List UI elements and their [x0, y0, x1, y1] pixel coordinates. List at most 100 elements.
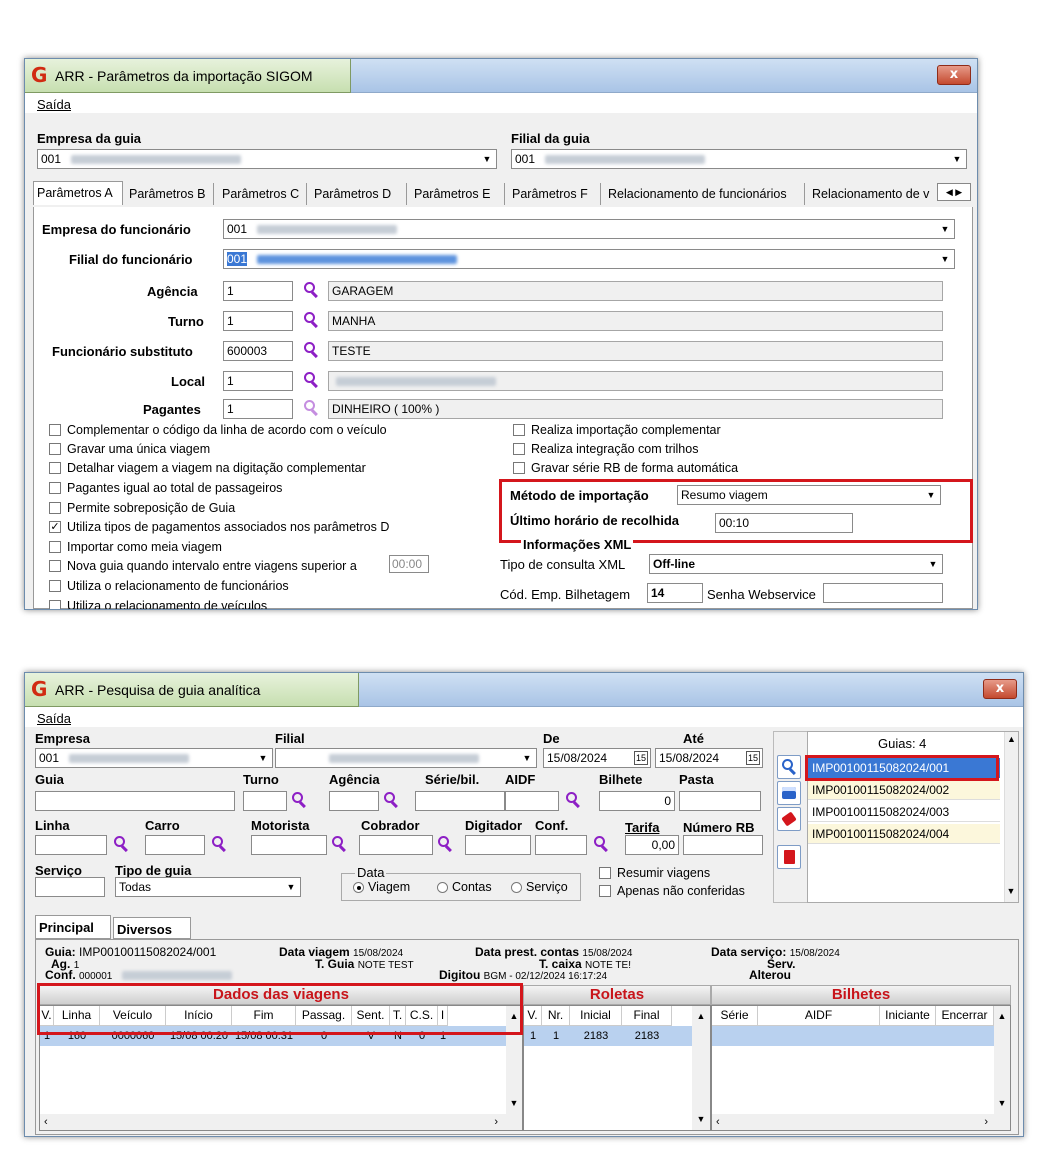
- tarifa-input[interactable]: 0,00: [625, 835, 679, 855]
- serie-bil-input[interactable]: [415, 791, 505, 811]
- check-integracao-trilhos[interactable]: Realiza integração com trilhos: [513, 442, 698, 456]
- calendar-icon[interactable]: 15: [745, 751, 760, 765]
- bilhete-input[interactable]: 0: [599, 791, 675, 811]
- linha-input[interactable]: [35, 835, 107, 855]
- search-icon[interactable]: [331, 835, 349, 853]
- check-gravar-unica-viagem[interactable]: Gravar uma única viagem: [49, 442, 210, 456]
- tipo-guia-select[interactable]: Todas ▼: [115, 877, 301, 897]
- de-date-input[interactable]: 15/08/2024 15: [543, 748, 651, 768]
- chevron-down-icon[interactable]: ▼: [283, 879, 299, 895]
- scrollbar[interactable]: ▲: [1004, 732, 1018, 902]
- check-utiliza-tipos-pagamentos[interactable]: ✓ Utiliza tipos de pagamentos associados …: [49, 520, 389, 534]
- tab-principal[interactable]: Principal: [35, 915, 111, 939]
- cod-emp-input[interactable]: 14: [647, 583, 703, 603]
- check-complementar-codigo[interactable]: Complementar o código da linha de acordo…: [49, 423, 387, 437]
- scroll-down-icon[interactable]: ▼: [506, 1098, 522, 1108]
- tab-parametros-f[interactable]: Parâmetros F: [509, 183, 601, 205]
- check-resumir-viagens[interactable]: Resumir viagens: [599, 866, 710, 880]
- check-apenas-nao-conferidas[interactable]: Apenas não conferidas: [599, 884, 745, 898]
- check-detalhar-viagem[interactable]: Detalhar viagem a viagem na digitação co…: [49, 461, 366, 475]
- check-permite-sobreposicao[interactable]: Permite sobreposição de Guia: [49, 501, 235, 515]
- tab-parametros-a[interactable]: Parâmetros A: [33, 181, 123, 205]
- search-icon[interactable]: [437, 835, 455, 853]
- search-icon[interactable]: [303, 399, 321, 417]
- radio-contas[interactable]: Contas: [437, 880, 492, 894]
- tab-parametros-d[interactable]: Parâmetros D: [311, 183, 407, 205]
- search-icon[interactable]: [593, 835, 611, 853]
- tab-diversos[interactable]: Diversos: [113, 917, 191, 939]
- turno-input[interactable]: [243, 791, 287, 811]
- search-icon[interactable]: [303, 371, 321, 389]
- close-button[interactable]: x: [983, 679, 1017, 699]
- check-relacionamento-veiculos[interactable]: Utiliza o relacionamento de veículos: [49, 599, 267, 609]
- chevron-down-icon[interactable]: ▼: [479, 151, 495, 167]
- col-encerrar[interactable]: Encerrar: [936, 1006, 994, 1026]
- filial-guia-select[interactable]: 001 ▼: [511, 149, 967, 169]
- agencia-input[interactable]: [329, 791, 379, 811]
- tab-parametros-b[interactable]: Parâmetros B: [126, 183, 214, 205]
- list-item[interactable]: IMP00100115082024/004: [808, 824, 1000, 844]
- senha-webservice-input[interactable]: [823, 583, 943, 603]
- pagantes-input[interactable]: 1: [223, 399, 293, 419]
- conf-input[interactable]: [535, 835, 587, 855]
- list-item[interactable]: IMP00100115082024/002: [808, 780, 1000, 800]
- scrollbar[interactable]: ▲: [692, 1006, 710, 1130]
- tab-parametros-c[interactable]: Parâmetros C: [219, 183, 307, 205]
- chevron-down-icon[interactable]: ▼: [925, 556, 941, 572]
- search-icon[interactable]: [303, 281, 321, 299]
- print-button[interactable]: [777, 781, 801, 805]
- table-row[interactable]: [712, 1026, 994, 1046]
- search-icon[interactable]: [113, 835, 131, 853]
- check-relacionamento-funcionarios[interactable]: Utiliza o relacionamento de funcionários: [49, 579, 289, 593]
- search-icon[interactable]: [383, 791, 401, 809]
- filial-select[interactable]: ▼: [275, 748, 537, 768]
- check-nova-guia-intervalo[interactable]: Nova guia quando intervalo entre viagens…: [49, 559, 357, 573]
- bilhetes-grid[interactable]: Série AIDF Iniciante Encerrar ▲ ▼ ‹ ›: [711, 1005, 1011, 1131]
- search-icon[interactable]: [291, 791, 309, 809]
- search-icon[interactable]: [565, 791, 583, 809]
- search-icon[interactable]: [303, 341, 321, 359]
- empresa-guia-select[interactable]: 001 ▼: [37, 149, 497, 169]
- filial-funcionario-select[interactable]: 001 ▼: [223, 249, 955, 269]
- check-pagantes-igual[interactable]: Pagantes igual ao total de passageiros: [49, 481, 282, 495]
- radio-servico[interactable]: Serviço: [511, 880, 568, 894]
- close-button[interactable]: x: [937, 65, 971, 85]
- search-icon[interactable]: [303, 311, 321, 329]
- ate-date-input[interactable]: 15/08/2024 15: [655, 748, 763, 768]
- roletas-grid[interactable]: V. Nr. Inicial Final 1 1 2183 2183 ▲ ▼: [523, 1005, 711, 1131]
- intervalo-input[interactable]: 00:00: [389, 555, 429, 573]
- funcionario-substituto-input[interactable]: 600003: [223, 341, 293, 361]
- col-final[interactable]: Final: [622, 1006, 672, 1026]
- chevron-down-icon[interactable]: ▼: [255, 750, 271, 766]
- check-importar-meia-viagem[interactable]: Importar como meia viagem: [49, 540, 222, 554]
- col-inicial[interactable]: Inicial: [570, 1006, 622, 1026]
- menu-saida[interactable]: Saída: [37, 97, 71, 112]
- chevron-down-icon[interactable]: ▼: [937, 251, 953, 267]
- chevron-down-icon[interactable]: ▼: [519, 750, 535, 766]
- table-row[interactable]: 1 1 2183 2183: [524, 1026, 692, 1046]
- menu-saida[interactable]: Saída: [37, 711, 71, 726]
- search-icon[interactable]: [211, 835, 229, 853]
- col-v[interactable]: V.: [524, 1006, 542, 1026]
- list-item[interactable]: IMP00100115082024/003: [808, 802, 1000, 822]
- radio-viagem[interactable]: Viagem: [353, 880, 410, 894]
- scroll-down-icon[interactable]: ▼: [1004, 886, 1018, 896]
- col-serie[interactable]: Série: [712, 1006, 758, 1026]
- tipo-consulta-select[interactable]: Off-line ▼: [649, 554, 943, 574]
- delete-button[interactable]: [777, 845, 801, 869]
- clear-button[interactable]: [777, 807, 801, 831]
- check-importacao-complementar[interactable]: Realiza importação complementar: [513, 423, 721, 437]
- agencia-input[interactable]: 1: [223, 281, 293, 301]
- tab-parametros-e[interactable]: Parâmetros E: [411, 183, 505, 205]
- scroll-down-icon[interactable]: ▼: [692, 1114, 710, 1124]
- digitador-input[interactable]: [465, 835, 531, 855]
- col-aidf[interactable]: AIDF: [758, 1006, 880, 1026]
- tab-relacionamento-veiculos[interactable]: Relacionamento de v: [809, 183, 937, 205]
- guia-input[interactable]: [35, 791, 235, 811]
- chevron-down-icon[interactable]: ▼: [949, 151, 965, 167]
- turno-input[interactable]: 1: [223, 311, 293, 331]
- numero-rb-input[interactable]: [683, 835, 763, 855]
- cobrador-input[interactable]: [359, 835, 433, 855]
- col-iniciante[interactable]: Iniciante: [880, 1006, 936, 1026]
- motorista-input[interactable]: [251, 835, 327, 855]
